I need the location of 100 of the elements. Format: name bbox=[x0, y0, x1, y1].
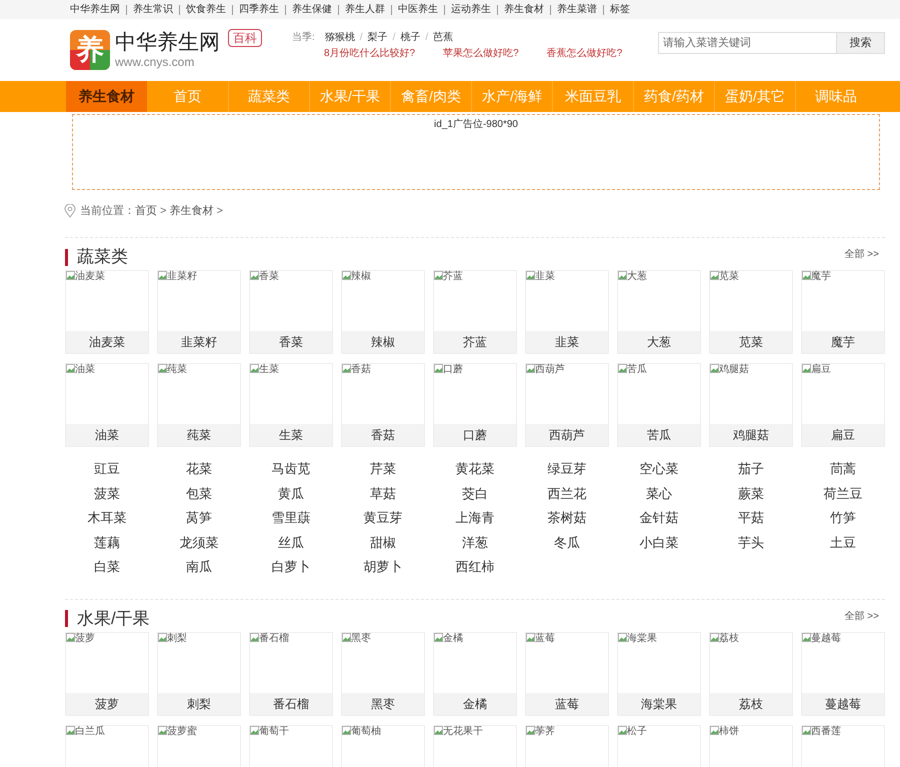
food-card[interactable]: 魔芋 魔芋 bbox=[801, 270, 885, 354]
food-card[interactable]: 香菜 香菜 bbox=[249, 270, 333, 354]
food-link[interactable]: 冬瓜 bbox=[525, 530, 609, 555]
food-card[interactable]: 荸荠 bbox=[525, 724, 609, 767]
question-link[interactable]: 8月份吃什么比较好? bbox=[324, 46, 416, 60]
breadcrumb-link[interactable]: 首页 bbox=[135, 202, 157, 220]
food-link[interactable]: 花菜 bbox=[157, 457, 241, 482]
food-link[interactable]: 茄子 bbox=[709, 457, 793, 482]
food-link[interactable]: 洋葱 bbox=[433, 530, 517, 555]
food-link[interactable]: 菜心 bbox=[617, 482, 701, 506]
food-link[interactable]: 豇豆 bbox=[65, 457, 149, 482]
food-link[interactable]: 包菜 bbox=[157, 482, 241, 506]
food-link[interactable]: 平菇 bbox=[709, 506, 793, 530]
food-link[interactable]: 甜椒 bbox=[341, 530, 425, 555]
food-link[interactable]: 南瓜 bbox=[157, 555, 241, 580]
food-link[interactable]: 茼蒿 bbox=[801, 457, 885, 482]
food-card[interactable]: 苦瓜 苦瓜 bbox=[617, 363, 701, 447]
food-link[interactable]: 黄瓜 bbox=[249, 482, 333, 506]
food-card[interactable]: 刺梨 刺梨 bbox=[157, 632, 241, 716]
top-link[interactable]: 中医养生 bbox=[398, 2, 438, 17]
food-link[interactable]: 莴笋 bbox=[157, 506, 241, 530]
food-link[interactable]: 木耳菜 bbox=[65, 506, 149, 530]
food-link[interactable]: 黄豆芽 bbox=[341, 506, 425, 530]
food-link[interactable]: 莲藕 bbox=[65, 530, 149, 555]
top-link[interactable]: 养生常识 bbox=[133, 2, 173, 17]
food-link[interactable]: 白萝卜 bbox=[249, 555, 333, 580]
food-card[interactable]: 无花果干 bbox=[433, 724, 517, 767]
food-card[interactable]: 菠萝 菠萝 bbox=[65, 632, 149, 716]
food-card[interactable]: 蔓越莓 蔓越莓 bbox=[801, 632, 885, 716]
food-link[interactable]: 胡萝卜 bbox=[341, 555, 425, 580]
food-card[interactable]: 菠萝蜜 bbox=[157, 724, 241, 767]
food-card[interactable]: 韭菜籽 韭菜籽 bbox=[157, 270, 241, 354]
food-link[interactable]: 小白菜 bbox=[617, 530, 701, 555]
top-link[interactable]: 中华养生网 bbox=[70, 2, 120, 17]
food-card[interactable]: 葡萄干 bbox=[249, 724, 333, 767]
top-link[interactable]: 养生菜谱 bbox=[557, 2, 597, 17]
top-link[interactable]: 养生人群 bbox=[345, 2, 385, 17]
food-card[interactable]: 生菜 生菜 bbox=[249, 363, 333, 447]
season-link[interactable]: 桃子 bbox=[400, 30, 420, 44]
food-card[interactable]: 辣椒 辣椒 bbox=[341, 270, 425, 354]
food-card[interactable]: 扁豆 扁豆 bbox=[801, 363, 885, 447]
food-card[interactable]: 白兰瓜 bbox=[65, 724, 149, 767]
season-link[interactable]: 猕猴桃 bbox=[324, 30, 355, 44]
food-link[interactable]: 茭白 bbox=[433, 482, 517, 506]
top-link[interactable]: 饮食养生 bbox=[186, 2, 226, 17]
food-link[interactable]: 草菇 bbox=[341, 482, 425, 506]
more-link[interactable]: 全部 >> bbox=[844, 608, 879, 624]
food-card[interactable]: 番石榴 番石榴 bbox=[249, 632, 333, 716]
food-link[interactable]: 芹菜 bbox=[341, 457, 425, 482]
season-link[interactable]: 梨子 bbox=[368, 30, 388, 44]
food-link[interactable]: 上海青 bbox=[433, 506, 517, 530]
food-link[interactable]: 西兰花 bbox=[525, 482, 609, 506]
food-link[interactable]: 茶树菇 bbox=[525, 506, 609, 530]
food-link[interactable]: 土豆 bbox=[801, 530, 885, 555]
food-card[interactable]: 海棠果 海棠果 bbox=[617, 632, 701, 716]
food-card[interactable]: 鸡腿菇 鸡腿菇 bbox=[709, 363, 793, 447]
food-card[interactable]: 柿饼 bbox=[709, 724, 793, 767]
more-link[interactable]: 全部 >> bbox=[844, 247, 879, 262]
top-link[interactable]: 标签 bbox=[610, 2, 630, 17]
food-card[interactable]: 蓝莓 蓝莓 bbox=[525, 632, 609, 716]
top-link[interactable]: 四季养生 bbox=[239, 2, 279, 17]
food-link[interactable]: 马齿苋 bbox=[249, 457, 333, 482]
food-link[interactable]: 白菜 bbox=[65, 555, 149, 580]
food-link[interactable]: 菠菜 bbox=[65, 482, 149, 506]
food-card[interactable]: 葡萄柚 bbox=[341, 724, 425, 767]
top-link[interactable]: 运动养生 bbox=[451, 2, 491, 17]
food-link[interactable]: 丝瓜 bbox=[249, 530, 333, 555]
food-card[interactable]: 大葱 大葱 bbox=[617, 270, 701, 354]
food-link[interactable]: 空心菜 bbox=[617, 457, 701, 482]
food-card[interactable]: 西番莲 bbox=[801, 724, 885, 767]
food-link[interactable]: 龙须菜 bbox=[157, 530, 241, 555]
food-link[interactable]: 黄花菜 bbox=[433, 457, 517, 482]
search-field[interactable]: 请输入菜谱关键词 bbox=[658, 32, 837, 54]
food-card[interactable]: 芥蓝 芥蓝 bbox=[433, 270, 517, 354]
food-card[interactable]: 苋菜 苋菜 bbox=[709, 270, 793, 354]
food-link[interactable]: 金针菇 bbox=[617, 506, 701, 530]
top-link[interactable]: 养生保健 bbox=[292, 2, 332, 17]
food-card[interactable]: 口蘑 口蘑 bbox=[433, 363, 517, 447]
breadcrumb-link[interactable]: 养生食材 bbox=[169, 202, 214, 220]
food-link[interactable]: 竹笋 bbox=[801, 506, 885, 530]
question-link[interactable]: 苹果怎么做好吃? bbox=[443, 46, 519, 60]
food-card[interactable]: 西葫芦 西葫芦 bbox=[525, 363, 609, 447]
food-link[interactable]: 西红柿 bbox=[433, 555, 517, 580]
food-card[interactable]: 金橘 金橘 bbox=[433, 632, 517, 716]
search-button[interactable]: 搜索 bbox=[837, 32, 885, 54]
food-card[interactable]: 香菇 香菇 bbox=[341, 363, 425, 447]
food-card[interactable]: 韭菜 韭菜 bbox=[525, 270, 609, 354]
season-link[interactable]: 芭蕉 bbox=[433, 30, 454, 44]
food-card[interactable]: 莼菜 莼菜 bbox=[157, 363, 241, 447]
nav-tab[interactable]: 养生食材 bbox=[66, 81, 147, 112]
food-link[interactable]: 绿豆芽 bbox=[525, 457, 609, 482]
food-link[interactable]: 芋头 bbox=[709, 530, 793, 555]
food-card[interactable]: 黑枣 黑枣 bbox=[341, 632, 425, 716]
food-link[interactable]: 蕨菜 bbox=[709, 482, 793, 506]
food-link[interactable]: 荷兰豆 bbox=[801, 482, 885, 506]
food-link[interactable]: 雪里蕻 bbox=[249, 506, 333, 530]
food-card[interactable]: 荔枝 荔枝 bbox=[709, 632, 793, 716]
food-card[interactable]: 油菜 油菜 bbox=[65, 363, 149, 447]
food-card[interactable]: 油麦菜 油麦菜 bbox=[65, 270, 149, 354]
top-link[interactable]: 养生食材 bbox=[504, 2, 544, 17]
